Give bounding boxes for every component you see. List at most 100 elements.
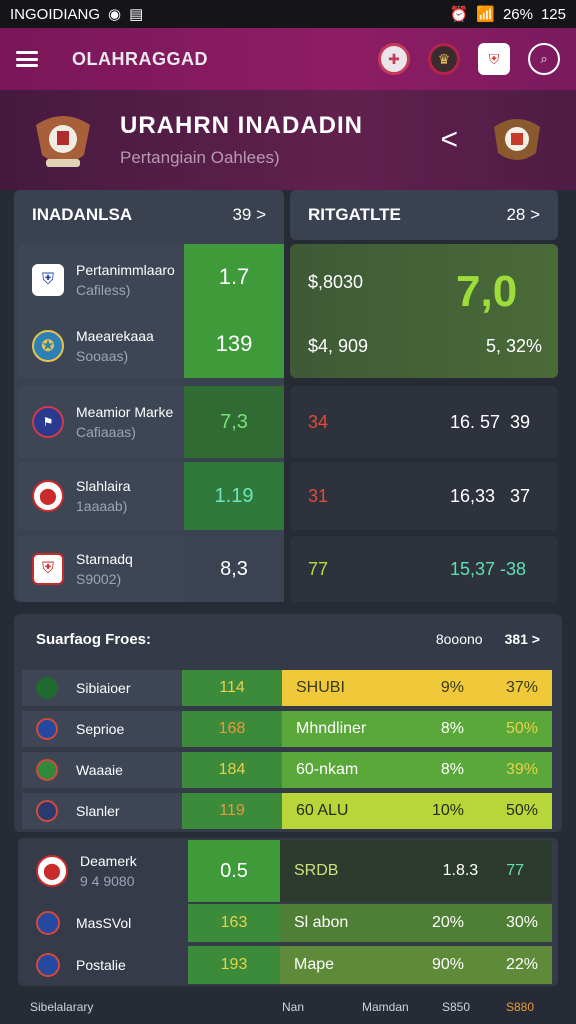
bar-label: 60-nkam — [296, 761, 359, 778]
team-shield-icon[interactable]: ⛨ — [478, 43, 510, 75]
team-detail: S9002) — [76, 571, 122, 587]
stat-value: $,8030 — [308, 271, 364, 292]
stat-percent: 5, 32% — [486, 335, 543, 356]
footer-label: Nan — [282, 1000, 305, 1014]
footer-bar: Sibelalarary Nan Mamdan S850 S880 — [0, 990, 576, 1024]
list-item[interactable]: ✪ Maearekaaa Sooaas) — [18, 316, 188, 376]
team-score: 119 — [182, 793, 282, 829]
hero-header: URAHRN INADADIN Pertangiain Oahlees) < — [0, 90, 576, 190]
stat-value: 34 — [308, 411, 329, 432]
footer-label: S880 — [506, 1000, 535, 1014]
team-detail: 9 4 9080 — [80, 873, 135, 889]
bar-percent: 22% — [505, 956, 538, 973]
team-crest-icon — [36, 911, 60, 935]
stat-value: -38 — [500, 558, 527, 579]
bar-percent: 9% — [440, 679, 464, 696]
bar-percent: 8% — [440, 761, 464, 778]
stat-value: 77 — [308, 558, 329, 579]
team-score: 184 — [182, 752, 282, 788]
team-name: Pertanimmlaaro — [76, 262, 175, 278]
team-crest-icon: ⬤ — [32, 480, 64, 512]
league-emblem-icon — [28, 105, 98, 175]
team-detail: 1aaaab) — [76, 498, 128, 514]
panel-title: INADANLSA — [32, 205, 133, 224]
bar-percent: 90% — [431, 956, 464, 973]
team-name: Maearekaaa — [76, 328, 154, 344]
team-crest-icon — [36, 953, 60, 977]
team-crest-icon[interactable]: ✚ — [378, 43, 410, 75]
team-name: MasSVol — [76, 915, 132, 931]
page-subtitle: Pertangiain Oahlees) — [120, 148, 280, 167]
team-name: Postalie — [76, 957, 126, 973]
standings-column: 8ooono — [435, 631, 483, 647]
progress-bar: Mhndliner 8% 50% — [282, 711, 552, 747]
menu-icon[interactable] — [16, 51, 38, 67]
stat-value: $4, 909 — [308, 335, 369, 356]
team-crest-icon: ⬤ — [36, 855, 68, 887]
team-score: 163 — [188, 904, 280, 942]
clock: 125 — [540, 5, 566, 23]
team-shield-icon: ⛨ — [32, 264, 64, 296]
search-icon[interactable]: ⌕ — [528, 43, 560, 75]
list-item[interactable]: ⛨ Pertanimmlaaro Cafiless) — [18, 250, 188, 310]
panel-count[interactable]: 28 > — [506, 205, 540, 225]
table-row[interactable]: Slanler — [22, 793, 182, 829]
team-crest-icon: ✪ — [32, 330, 64, 362]
team-name: Seprioe — [76, 721, 125, 737]
team-crest-icon — [36, 677, 58, 699]
team-name: Slahlaira — [76, 478, 131, 494]
table-row[interactable]: Waaaie — [22, 752, 182, 788]
team-crest-icon: ⚑ — [32, 406, 64, 438]
bar-value: 1.8.3 — [442, 862, 479, 879]
bar-percent: 10% — [431, 802, 464, 819]
app-toolbar: OLAHRAGGAD ✚ ♛ ⛨ ⌕ — [0, 28, 576, 90]
stat-value: 39 — [510, 411, 531, 432]
list-item[interactable]: MasSVol — [22, 904, 188, 942]
bar-label: SHUBI — [296, 679, 345, 696]
bar-percent: 50% — [505, 720, 538, 737]
bar-label: Mape — [294, 956, 335, 973]
team-name: Slanler — [76, 803, 120, 819]
status-bar: INGOIDIANG ◉ ▤ ⏰ 📶 26% 125 — [0, 0, 576, 28]
big-rating: 7,0 — [456, 267, 518, 316]
app-title: OLAHRAGGAD — [72, 48, 208, 69]
list-item[interactable]: ⬤ Deamerk 9 4 9080 — [22, 840, 188, 902]
bar-percent: 30% — [505, 914, 538, 931]
table-row[interactable]: Sibiaioer — [22, 670, 182, 706]
bar-label: Mhndliner — [296, 720, 367, 737]
alarm-icon: ⏰ — [449, 6, 469, 23]
team-score: 0.5 — [188, 840, 280, 902]
table-row[interactable]: Seprioe — [22, 711, 182, 747]
footer-label: Sibelalarary — [30, 1000, 94, 1014]
footer-label: S850 — [442, 1000, 471, 1014]
panel-header[interactable]: RITGATLTE 28 > — [290, 190, 558, 240]
bar-percent: 50% — [505, 802, 538, 819]
list-item[interactable]: Postalie — [22, 946, 188, 984]
wifi-icon: 📶 — [476, 6, 495, 23]
bar-percent: 39% — [505, 761, 538, 778]
team-crest-icon[interactable]: ♛ — [428, 43, 460, 75]
bar-percent: 20% — [431, 914, 464, 931]
progress-bar: SHUBI 9% 37% — [282, 670, 552, 706]
team-detail: Sooaas) — [76, 348, 129, 364]
team-emblem-icon — [486, 109, 548, 171]
progress-bar: Mape 90% 22% — [280, 946, 552, 984]
panel-count[interactable]: 39 > — [232, 205, 266, 225]
progress-bar: 60-nkam 8% 39% — [282, 752, 552, 788]
team-detail: Cafiaaas) — [76, 424, 136, 440]
standings-header[interactable]: Suarfaog Froes: 8ooono 381 > — [18, 614, 558, 664]
team-score: 114 — [182, 670, 282, 706]
team-shield-icon: ⛨ — [32, 553, 64, 585]
battery-level: 26% — [502, 5, 533, 23]
team-name: Starnadq — [76, 551, 133, 567]
panel-header[interactable]: INADANLSA 39 > — [14, 190, 284, 240]
team-score: 139 — [184, 310, 284, 378]
team-score: 168 — [182, 711, 282, 747]
standings-count[interactable]: 381 > — [505, 631, 540, 647]
back-chevron-icon[interactable]: < — [440, 123, 458, 157]
team-crest-icon — [36, 800, 58, 822]
notification-icon: ◉ — [108, 6, 122, 23]
bar-label: Sl abon — [294, 914, 349, 931]
team-name: Deamerk — [80, 853, 137, 869]
team-name: Meamior Marke — [76, 404, 174, 420]
